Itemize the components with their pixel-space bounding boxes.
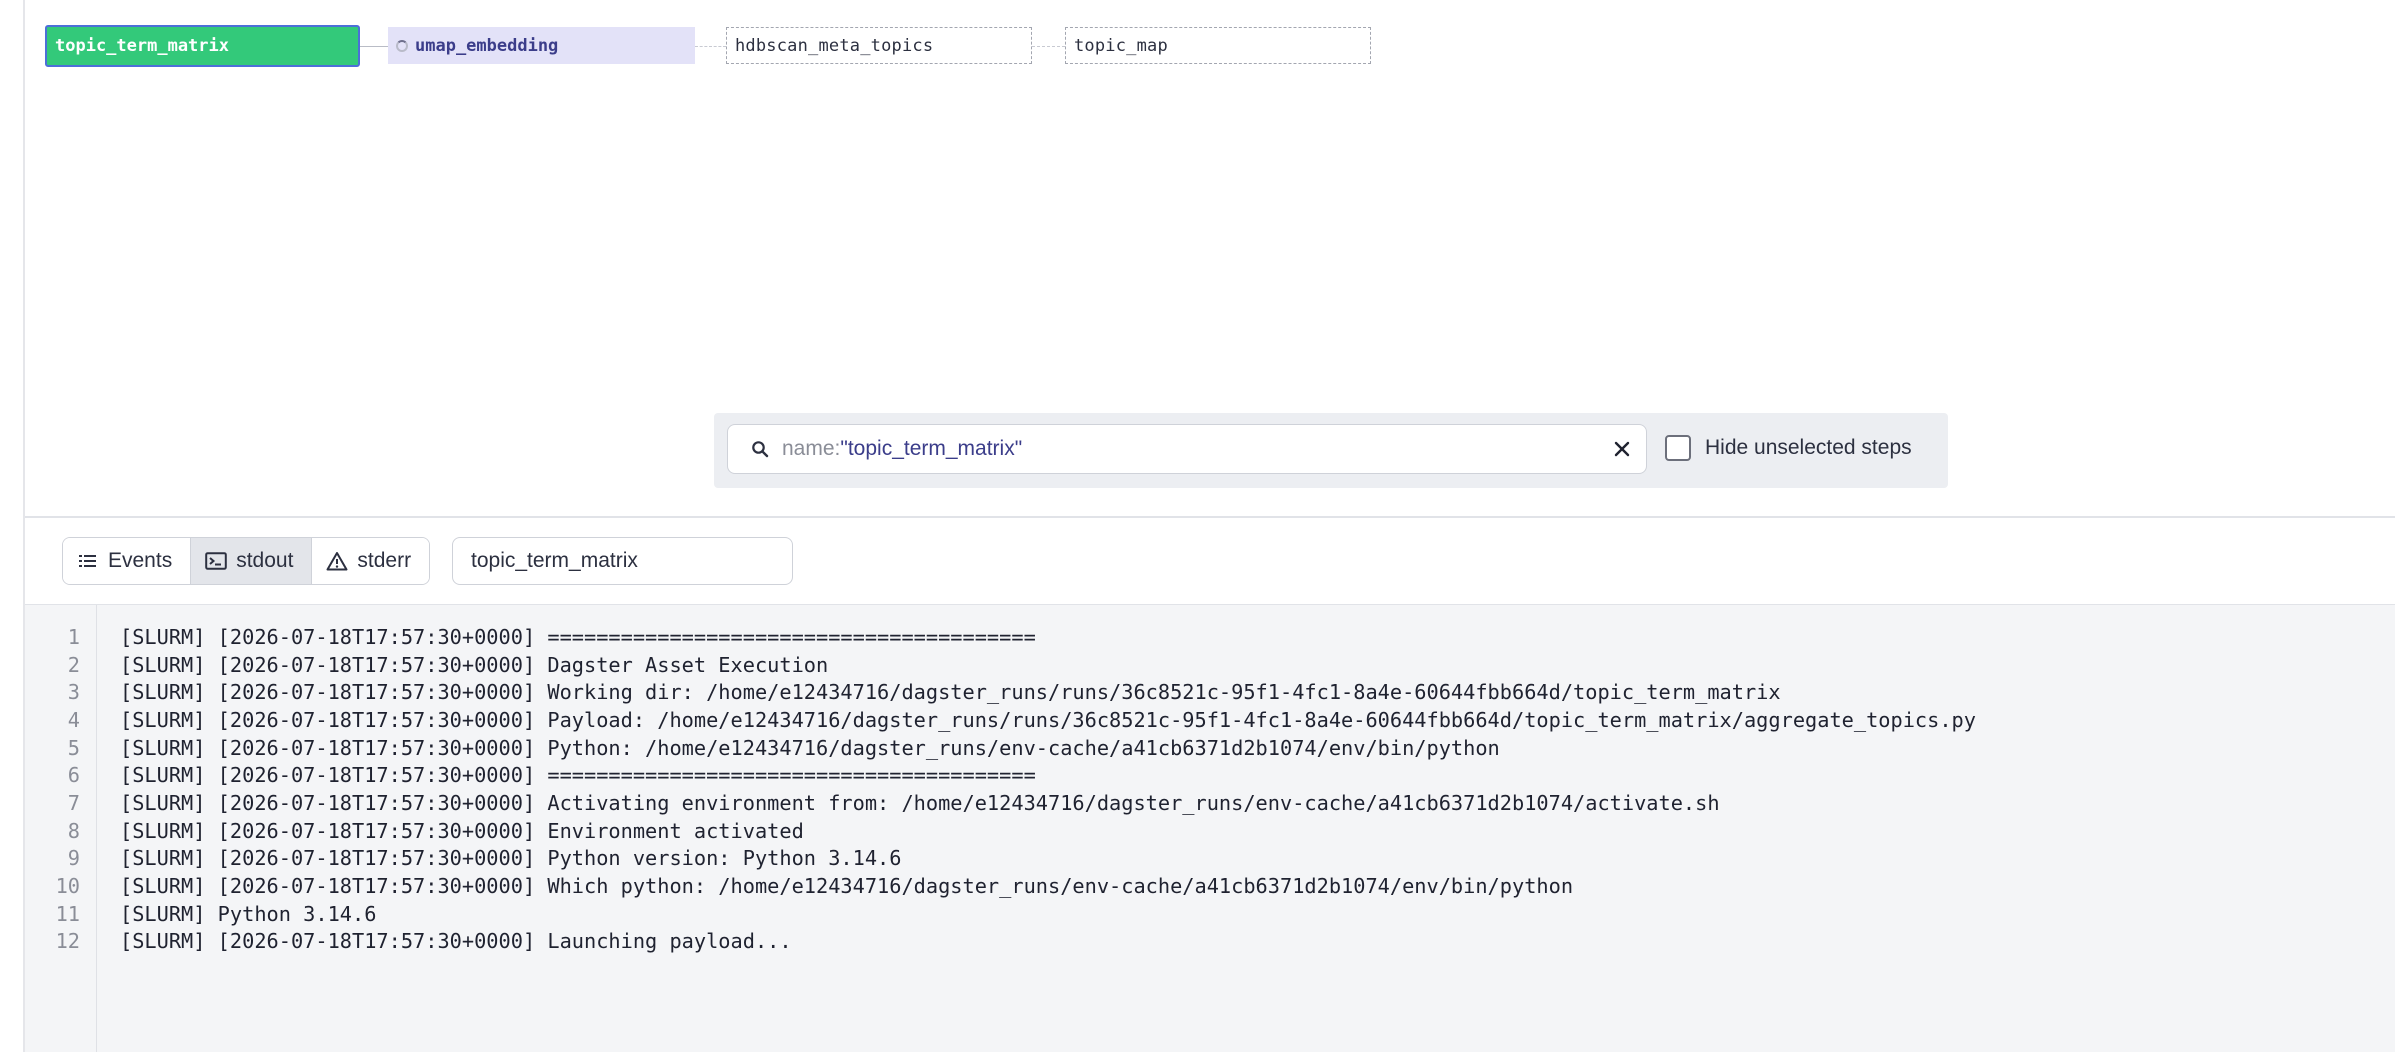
- node-label: umap_embedding: [415, 35, 559, 56]
- hide-unselected-label: Hide unselected steps: [1705, 436, 1912, 459]
- log-line-text: [SLURM] [2026-07-18T17:57:30+0000] Dagst…: [120, 652, 829, 677]
- log-line-text: [SLURM] [2026-07-18T17:57:30+0000] Which…: [120, 874, 1574, 899]
- log-type-tabs: Events stdout stderr: [62, 537, 431, 585]
- log-line: 3 [SLURM] [2026-07-18T17:57:30+0000] Work…: [25, 678, 2395, 706]
- line-number: 2: [67, 652, 80, 677]
- log-line: 8 [SLURM] [2026-07-18T17:57:30+0000] Envi…: [25, 817, 2395, 845]
- spinner-icon: [396, 39, 408, 52]
- stdout-log-view[interactable]: 1 [SLURM] [2026-07-18T17:57:30+0000] ====…: [25, 604, 2395, 1052]
- log-line: 5 [SLURM] [2026-07-18T17:57:30+0000] Pyth…: [25, 734, 2395, 762]
- graph-node-hdbscan-meta-topics[interactable]: hdbscan_meta_topics: [726, 27, 1032, 64]
- log-line: 7 [SLURM] [2026-07-18T17:57:30+0000] Acti…: [25, 789, 2395, 817]
- log-line-text: [SLURM] [2026-07-18T17:57:30+0000] Launc…: [120, 929, 792, 954]
- graph-node-topic-term-matrix[interactable]: topic_term_matrix: [45, 25, 360, 67]
- log-line-text: [SLURM] [2026-07-18T17:57:30+0000] Pytho…: [120, 846, 902, 871]
- tab-label: Events: [108, 549, 173, 572]
- list-icon: [77, 550, 99, 572]
- tab-stderr[interactable]: stderr: [312, 538, 430, 584]
- log-line: 4 [SLURM] [2026-07-18T17:57:30+0000] Payl…: [25, 706, 2395, 734]
- filter-query-key: name:: [782, 437, 841, 460]
- tab-events[interactable]: Events: [63, 538, 192, 584]
- log-line: 1 [SLURM] [2026-07-18T17:57:30+0000] ====…: [25, 623, 2395, 651]
- log-line-text: [SLURM] [2026-07-18T17:57:30+0000] =====…: [120, 763, 1036, 788]
- log-line-text: [SLURM] [2026-07-18T17:57:30+0000] Activ…: [120, 790, 1720, 815]
- log-line: 10 [SLURM] [2026-07-18T17:57:30+0000] Whi…: [25, 872, 2395, 900]
- graph-edge: [695, 46, 726, 47]
- step-filter-bar: name:"topic_term_matrix" Hide unselected…: [714, 413, 1948, 488]
- log-line: 2 [SLURM] [2026-07-18T17:57:30+0000] Dags…: [25, 651, 2395, 679]
- hide-unselected-checkbox[interactable]: [1665, 435, 1691, 461]
- run-graph[interactable]: topic_term_matrix umap_embedding hdbscan…: [25, 0, 2395, 516]
- log-line-text: [SLURM] [2026-07-18T17:57:30+0000] Paylo…: [120, 707, 1976, 732]
- step-selector-value: topic_term_matrix: [471, 549, 638, 572]
- line-number: 6: [67, 763, 80, 788]
- log-line-text: [SLURM] [2026-07-18T17:57:30+0000] Envir…: [120, 818, 804, 843]
- step-filter-input[interactable]: name:"topic_term_matrix": [727, 424, 1647, 474]
- graph-node-topic-map[interactable]: topic_map: [1065, 27, 1371, 64]
- filter-query-value: "topic_term_matrix": [840, 437, 1023, 460]
- log-line: 6 [SLURM] [2026-07-18T17:57:30+0000] ====…: [25, 761, 2395, 789]
- log-lines: 1 [SLURM] [2026-07-18T17:57:30+0000] ====…: [25, 623, 2395, 955]
- node-label: topic_map: [1074, 35, 1168, 56]
- node-label: hdbscan_meta_topics: [735, 35, 934, 56]
- hide-unselected-steps-toggle[interactable]: Hide unselected steps: [1665, 435, 1912, 461]
- line-number: 1: [67, 624, 80, 649]
- terminal-icon: [205, 550, 228, 572]
- warning-icon: [326, 550, 348, 572]
- line-number: 10: [55, 874, 80, 899]
- node-label: topic_term_matrix: [55, 36, 229, 56]
- close-icon[interactable]: [1608, 435, 1636, 463]
- tab-stdout[interactable]: stdout: [191, 538, 313, 584]
- graph-edge: [360, 46, 388, 47]
- line-number: 5: [67, 735, 80, 760]
- log-line: 11 [SLURM] Python 3.14.6: [25, 900, 2395, 928]
- tab-label: stdout: [236, 549, 294, 572]
- line-number: 11: [55, 901, 80, 926]
- graph-edge: [1032, 46, 1065, 47]
- log-line: 9 [SLURM] [2026-07-18T17:57:30+0000] Pyth…: [25, 845, 2395, 873]
- log-line-text: [SLURM] [2026-07-18T17:57:30+0000] Worki…: [120, 680, 1781, 705]
- log-line-text: [SLURM] [2026-07-18T17:57:30+0000] =====…: [120, 624, 1036, 649]
- log-line-text: [SLURM] [2026-07-18T17:57:30+0000] Pytho…: [120, 735, 1500, 760]
- line-number: 9: [67, 846, 80, 871]
- run-view: topic_term_matrix umap_embedding hdbscan…: [0, 0, 2395, 1052]
- log-line: 12 [SLURM] [2026-07-18T17:57:30+0000] Lau…: [25, 928, 2395, 956]
- step-selector[interactable]: topic_term_matrix: [452, 537, 793, 585]
- search-icon: [742, 431, 778, 467]
- graph-node-umap-embedding[interactable]: umap_embedding: [388, 27, 695, 64]
- filter-query: name:"topic_term_matrix": [782, 437, 1022, 461]
- tab-label: stderr: [357, 549, 412, 572]
- log-line-text: [SLURM] Python 3.14.6: [120, 901, 377, 926]
- line-number: 8: [67, 818, 80, 843]
- line-number: 7: [67, 790, 80, 815]
- log-toolbar: Events stdout stderr topic_term_matrix: [25, 518, 2395, 604]
- line-number: 12: [55, 929, 80, 954]
- line-number: 3: [67, 680, 80, 705]
- line-number: 4: [67, 707, 80, 732]
